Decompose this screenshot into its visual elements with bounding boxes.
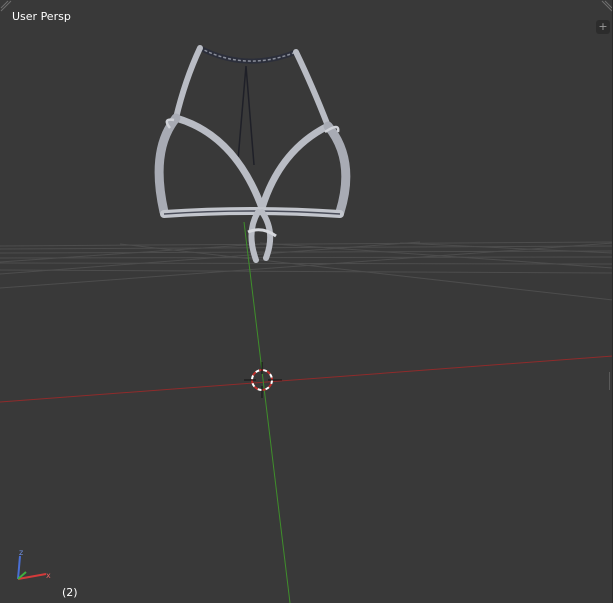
3d-viewport[interactable]: z x User Persp (2) + bbox=[0, 0, 613, 603]
corner-drag-icon[interactable] bbox=[0, 0, 12, 12]
axis-gizmo-x-label: x bbox=[46, 571, 51, 580]
plus-icon[interactable]: + bbox=[596, 20, 610, 34]
frame-label: (2) bbox=[62, 586, 78, 599]
view-label: User Persp bbox=[12, 10, 71, 23]
viewport-scene[interactable]: z x bbox=[0, 0, 613, 603]
y-axis-line bbox=[243, 221, 291, 603]
axis-gizmo-icon: z x bbox=[17, 548, 51, 580]
bra-mesh[interactable] bbox=[154, 45, 351, 263]
axis-gizmo-z-label: z bbox=[19, 548, 23, 557]
floor-grid bbox=[0, 241, 613, 301]
x-axis-line bbox=[0, 355, 613, 403]
